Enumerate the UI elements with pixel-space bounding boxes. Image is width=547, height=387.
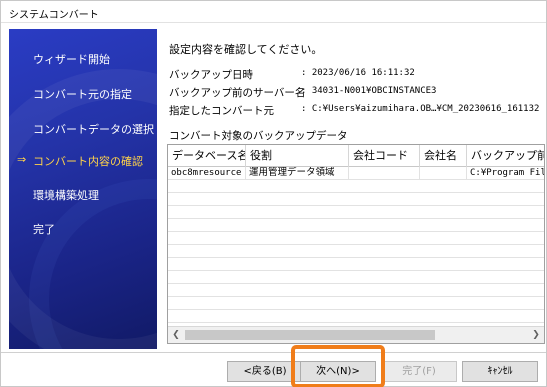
info-value: : C:¥Users¥aizumihara.OB…¥CM_20230616_16… [301, 104, 540, 114]
column-header-company-name[interactable]: 会社名 [420, 145, 467, 167]
chevron-right-icon[interactable]: ❯ [528, 327, 544, 343]
info-label: バックアップ日時 [169, 69, 253, 81]
table-row-empty [168, 258, 544, 271]
table-row-empty [168, 284, 544, 297]
table-header: データベース名 役割 会社コード 会社名 バックアップ前の [168, 145, 544, 167]
column-header-role[interactable]: 役割 [246, 145, 349, 167]
backup-data-table[interactable]: データベース名 役割 会社コード 会社名 バックアップ前の obc8mresou… [167, 144, 545, 344]
column-header-company-code[interactable]: 会社コード [349, 145, 420, 167]
info-label: 指定したコンバート元 [169, 105, 274, 117]
cell-company-code [349, 167, 420, 180]
table-row-empty [168, 245, 544, 258]
instruction-text: 設定内容を確認してください。 [169, 43, 323, 56]
column-header-database[interactable]: データベース名 [168, 145, 246, 167]
back-button[interactable]: <戻る(B) [227, 361, 303, 382]
column-header-backup-path[interactable]: バックアップ前の [467, 145, 544, 167]
window-title: システムコンバート [9, 10, 99, 21]
info-label: バックアップ前のサーバー名 [169, 87, 306, 99]
step-label: コンバート元の指定 [33, 88, 132, 101]
horizontal-scrollbar[interactable]: ❮ ❯ [168, 326, 544, 343]
chevron-left-icon[interactable]: ❮ [168, 327, 184, 343]
table-row[interactable]: obc8mresource 運用管理データ領域 C:¥Program Files [168, 167, 544, 180]
cell-role: 運用管理データ領域 [246, 167, 349, 180]
info-value: : 2023/06/16 16:11:32 [301, 68, 415, 78]
current-step-arrow-icon: ⇒ [17, 153, 27, 166]
table-row-empty [168, 180, 544, 193]
step-label: コンバート内容の確認 [33, 155, 143, 168]
cell-backup-path: C:¥Program Files [470, 168, 544, 178]
step-label: コンバートデータの選択 [33, 123, 154, 136]
step-label: 環境構築処理 [33, 189, 99, 202]
table-row-empty [168, 310, 544, 323]
title-bar: システムコンバート [1, 1, 546, 23]
convert-wizard-window: システムコンバート ウィザード開始 コンバート元の指定 コンバートデータの選択 … [0, 0, 547, 387]
footer-divider [1, 352, 546, 353]
table-row-empty [168, 297, 544, 310]
scrollbar-thumb[interactable] [185, 330, 435, 340]
cell-company-name [420, 167, 467, 180]
table-row-empty [168, 232, 544, 245]
next-button[interactable]: 次へ(N)> [300, 361, 376, 382]
wizard-steps-sidebar: ウィザード開始 コンバート元の指定 コンバートデータの選択 ⇒ コンバート内容の… [9, 29, 157, 349]
backup-data-label: コンバート対象のバックアップデータ [169, 130, 348, 142]
finish-button: 完了(F) [381, 361, 457, 382]
table-row-empty [168, 271, 544, 284]
step-label: 完了 [33, 223, 55, 236]
table-row-empty [168, 219, 544, 232]
cell-database: obc8mresource [168, 167, 246, 180]
table-row-empty [168, 206, 544, 219]
step-label: ウィザード開始 [33, 53, 110, 66]
info-value: : 34031-N001¥OBCINSTANCE3 [301, 86, 437, 96]
table-row-empty [168, 193, 544, 206]
cancel-button[interactable]: ｷｬﾝｾﾙ [462, 361, 538, 382]
